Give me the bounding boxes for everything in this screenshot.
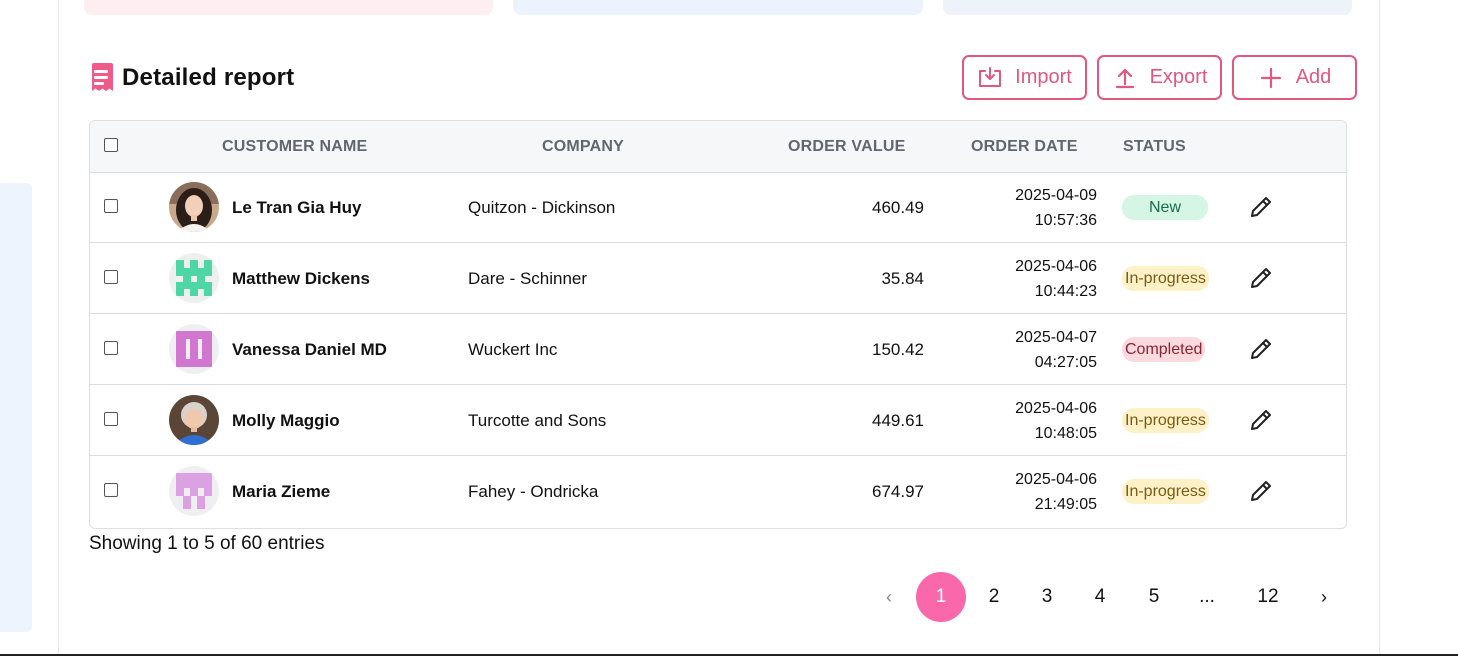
avatar (169, 182, 219, 232)
pagination-page-5[interactable]: 5 (1129, 572, 1179, 622)
row-checkbox[interactable] (104, 412, 118, 426)
edit-icon[interactable] (1248, 336, 1274, 362)
order-value: 449.61 (872, 411, 924, 430)
order-date: 2025-04-06 21:49:05 (1015, 467, 1097, 517)
order-value: 674.97 (872, 482, 924, 501)
row-checkbox[interactable] (104, 270, 118, 284)
order-date-time: 04:27:05 (1034, 354, 1097, 371)
column-order-value[interactable]: ORDER VALUE (788, 121, 905, 172)
import-icon (979, 66, 1002, 87)
entries-summary: Showing 1 to 5 of 60 entries (89, 533, 325, 554)
column-order-date[interactable]: ORDER DATE (971, 121, 1078, 172)
column-status[interactable]: STATUS (1123, 121, 1186, 172)
stat-card-3 (943, 0, 1352, 15)
avatar (169, 253, 219, 303)
page-title: Detailed report (122, 64, 295, 91)
side-panel-edge (0, 183, 32, 632)
select-all-checkbox[interactable] (104, 138, 118, 152)
order-date-day: 2025-04-06 (1015, 471, 1097, 488)
row-checkbox[interactable] (104, 483, 118, 497)
company-name: Turcotte and Sons (468, 411, 607, 430)
pagination-page-last[interactable]: 12 (1243, 572, 1293, 622)
add-label: Add (1295, 66, 1332, 88)
avatar-identicon-icon (169, 466, 219, 516)
customer-name: Molly Maggio (232, 411, 340, 430)
order-date-time: 10:44:23 (1034, 283, 1097, 300)
row-checkbox[interactable] (104, 341, 118, 355)
table-row[interactable]: Vanessa Daniel MD Wuckert Inc 150.42 202… (90, 314, 1346, 385)
section-header: Detailed report (88, 62, 294, 94)
edit-icon[interactable] (1248, 194, 1274, 220)
company-name: Quitzon - Dickinson (468, 198, 616, 217)
company-name: Fahey - Ondricka (468, 482, 599, 501)
pagination-page-3[interactable]: 3 (1022, 572, 1072, 622)
avatar (169, 324, 219, 374)
order-date: 2025-04-06 10:44:23 (1015, 254, 1097, 304)
order-date-day: 2025-04-09 (1015, 187, 1097, 204)
orders-table: CUSTOMER NAME COMPANY ORDER VALUE ORDER … (89, 120, 1347, 529)
avatar-identicon-icon (169, 253, 219, 303)
order-date: 2025-04-06 10:48:05 (1015, 396, 1097, 446)
row-checkbox[interactable] (104, 199, 118, 213)
status-badge: In-progress (1122, 479, 1209, 504)
order-date-day: 2025-04-06 (1015, 400, 1097, 417)
avatar (169, 466, 219, 516)
order-date-time: 21:49:05 (1034, 496, 1097, 513)
stat-card-2 (513, 0, 923, 15)
upload-icon (1115, 68, 1134, 88)
order-date-day: 2025-04-06 (1015, 258, 1097, 275)
table-header: CUSTOMER NAME COMPANY ORDER VALUE ORDER … (90, 121, 1346, 173)
order-date-time: 10:48:05 (1034, 425, 1097, 442)
report-icon (91, 63, 113, 91)
export-label: Export (1149, 66, 1208, 88)
import-label: Import (1015, 66, 1072, 88)
pagination-ellipsis: ... (1199, 586, 1215, 607)
import-button[interactable]: Import (962, 55, 1087, 100)
pagination-next-icon[interactable]: › (1311, 572, 1337, 622)
avatar-photo-icon (169, 395, 219, 445)
status-badge: In-progress (1122, 408, 1209, 433)
table-row[interactable]: Le Tran Gia Huy Quitzon - Dickinson 460.… (90, 172, 1346, 243)
status-badge: New (1122, 195, 1208, 220)
order-value: 460.49 (872, 198, 924, 217)
pagination-page-4[interactable]: 4 (1075, 572, 1125, 622)
avatar (169, 395, 219, 445)
export-button[interactable]: Export (1097, 55, 1222, 100)
table-row[interactable]: Matthew Dickens Dare - Schinner 35.84 20… (90, 243, 1346, 314)
column-customer-name[interactable]: CUSTOMER NAME (222, 121, 367, 172)
status-badge: In-progress (1122, 266, 1209, 291)
add-button[interactable]: Add (1232, 55, 1357, 100)
pagination-page-1[interactable]: 1 (916, 572, 966, 622)
customer-name: Matthew Dickens (232, 269, 370, 288)
order-date-day: 2025-04-07 (1015, 329, 1097, 346)
order-value: 35.84 (881, 269, 924, 288)
customer-name: Maria Zieme (232, 482, 331, 501)
pagination-prev-icon[interactable]: ‹ (876, 572, 902, 622)
column-company[interactable]: COMPANY (542, 121, 624, 172)
edit-icon[interactable] (1248, 265, 1274, 291)
order-date: 2025-04-09 10:57:36 (1015, 183, 1097, 233)
edit-icon[interactable] (1248, 478, 1274, 504)
customer-name: Le Tran Gia Huy (232, 198, 362, 217)
pagination-page-2[interactable]: 2 (969, 572, 1019, 622)
order-date-time: 10:57:36 (1034, 212, 1097, 229)
company-name: Wuckert Inc (468, 340, 558, 359)
order-date: 2025-04-07 04:27:05 (1015, 325, 1097, 375)
plus-icon (1260, 67, 1281, 88)
avatar-identicon-icon (169, 324, 219, 374)
stat-card-1 (84, 0, 493, 15)
edit-icon[interactable] (1248, 407, 1274, 433)
table-row[interactable]: Maria Zieme Fahey - Ondricka 674.97 2025… (90, 456, 1346, 527)
order-value: 150.42 (872, 340, 924, 359)
customer-name: Vanessa Daniel MD (232, 340, 387, 359)
table-row[interactable]: Molly Maggio Turcotte and Sons 449.61 20… (90, 385, 1346, 456)
company-name: Dare - Schinner (468, 269, 588, 288)
avatar-photo-icon (169, 182, 219, 232)
status-badge: Completed (1122, 337, 1206, 362)
